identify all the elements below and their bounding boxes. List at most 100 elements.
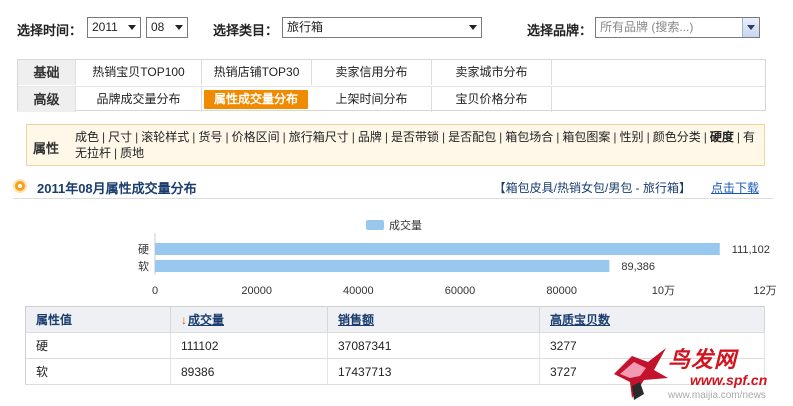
table-header-row: 属性值 ↓成交量 销售额 高质宝贝数	[25, 306, 765, 333]
attribute-separator: |	[442, 130, 446, 144]
sort-down-icon: ↓	[181, 313, 187, 327]
brand-dropdown-button[interactable]	[742, 18, 759, 37]
x-tick-label: 12万	[753, 285, 776, 297]
attribute-option[interactable]: 品牌	[358, 130, 382, 144]
x-tick-label: 60000	[445, 285, 476, 297]
cell-volume: 89386	[170, 358, 328, 385]
col-header-quality-items[interactable]: 高质宝贝数	[539, 306, 765, 333]
nav-basic-label: 基础	[18, 60, 76, 85]
month-value: 08	[151, 20, 165, 34]
attribute-option[interactable]: 价格区间	[232, 130, 280, 144]
chevron-down-icon	[747, 25, 755, 30]
brand-search-combo[interactable]: 所有品牌 (搜索...)	[595, 17, 760, 38]
legend-label: 成交量	[389, 218, 422, 232]
attribute-data-table: 属性值 ↓成交量 销售额 高质宝贝数 硬 111102 37087341 327…	[25, 306, 765, 385]
chevron-down-icon	[175, 25, 183, 30]
bar-0	[155, 243, 720, 255]
cell-attribute: 硬	[25, 332, 171, 359]
attribute-separator: |	[225, 130, 229, 144]
legend-swatch	[366, 220, 384, 230]
category-label: 选择类目：	[213, 23, 279, 38]
table-row: 软 89386 17437713 3727	[25, 358, 765, 385]
attribute-separator: |	[282, 130, 286, 144]
col-header-volume[interactable]: ↓成交量	[170, 306, 328, 333]
cell-quality-items: 3727	[539, 358, 765, 385]
year-value: 2011	[92, 20, 118, 34]
col-header-label: 销售额	[338, 313, 375, 327]
attribute-separator: |	[384, 130, 388, 144]
attribute-separator: |	[351, 130, 355, 144]
x-tick-label: 0	[152, 285, 158, 297]
chevron-down-icon	[469, 25, 477, 30]
category-value: 旅行箱	[287, 20, 324, 34]
attribute-separator: |	[613, 130, 617, 144]
section-title: 2011年08月属性成交量分布	[37, 181, 197, 196]
attribute-option[interactable]: 滚轮样式	[141, 130, 189, 144]
attribute-option[interactable]: 性别	[620, 130, 644, 144]
x-tick-label: 20000	[241, 285, 272, 297]
col-header-attribute: 属性值	[25, 306, 171, 333]
nav-item-seller-city[interactable]: 卖家城市分布	[432, 60, 552, 85]
attribute-option[interactable]: 是否带锁	[391, 130, 439, 144]
brand-search-input[interactable]: 所有品牌 (搜索...)	[600, 20, 693, 34]
attribute-option[interactable]: 尺寸	[108, 130, 132, 144]
col-header-label: 属性值	[36, 313, 73, 327]
watermark-url: www.maijia.com/news	[668, 390, 766, 401]
download-link[interactable]: 点击下载	[711, 179, 759, 196]
bullet-icon	[13, 179, 27, 193]
attribute-separator: |	[135, 130, 139, 144]
attribute-separator: |	[646, 130, 650, 144]
x-tick-label: 80000	[546, 285, 577, 297]
nav-item-brand-volume[interactable]: 品牌成交量分布	[76, 87, 202, 112]
table-row: 硬 111102 37087341 3277	[25, 332, 765, 359]
attribute-separator: |	[736, 130, 740, 144]
chevron-down-icon	[128, 25, 136, 30]
attribute-option[interactable]: 旅行箱尺寸	[289, 130, 349, 144]
brand-label: 选择品牌：	[527, 23, 593, 38]
time-label: 选择时间：	[17, 23, 83, 38]
chart-svg: 成交量硬 111,102 软 89,386 0 20000 40000 60000 80000 1…	[138, 218, 777, 297]
category-path: 【箱包皮具/热销女包/男包 - 旅行箱】	[493, 181, 691, 195]
section-header: 2011年08月属性成交量分布 【箱包皮具/热销女包/男包 - 旅行箱】 点击下…	[13, 175, 773, 199]
cell-volume: 111102	[170, 332, 328, 359]
attribute-option[interactable]: 颜色分类	[653, 130, 701, 144]
cell-sales: 17437713	[327, 358, 540, 385]
attribute-label: 属性	[33, 141, 60, 156]
category-label: 硬	[138, 243, 149, 256]
month-select[interactable]: 08	[146, 17, 188, 38]
year-select[interactable]: 2011	[87, 17, 141, 38]
nav-row-basic: 基础 热销宝贝TOP100 热销店铺TOP30 卖家信用分布 卖家城市分布	[18, 60, 765, 85]
nav-item-listing-time[interactable]: 上架时间分布	[312, 87, 432, 112]
attribute-option[interactable]: 箱包场合	[505, 130, 553, 144]
attribute-filter-box: 属性 成色 | 尺寸 | 滚轮样式 | 货号 | 价格区间 | 旅行箱尺寸 | 品牌 | 是否带锁 | 是否配包…	[26, 124, 765, 166]
category-select[interactable]: 旅行箱	[282, 17, 482, 38]
attribute-separator: |	[499, 130, 503, 144]
nav-item-top30[interactable]: 热销店铺TOP30	[202, 60, 312, 85]
attribute-separator: |	[102, 130, 106, 144]
attribute-option[interactable]: 硬度	[710, 130, 734, 144]
data-label: 111,102	[732, 244, 770, 256]
nav-item-top100[interactable]: 热销宝贝TOP100	[76, 60, 202, 85]
nav-item-seller-credit[interactable]: 卖家信用分布	[312, 60, 432, 85]
attribute-volume-chart: 成交量硬 111,102 软 89,386 0 20000 40000 60000 80000 1…	[0, 205, 793, 305]
data-label: 89,386	[621, 261, 655, 273]
attribute-separator: |	[114, 146, 118, 160]
bar-1	[155, 260, 610, 272]
nav-item-price-distribution[interactable]: 宝贝价格分布	[432, 87, 552, 112]
attribute-option[interactable]: 是否配包	[448, 130, 496, 144]
attribute-option[interactable]: 货号	[198, 130, 222, 144]
report-nav: 基础 热销宝贝TOP100 热销店铺TOP30 卖家信用分布 卖家城市分布 高级…	[17, 59, 766, 112]
category-label: 软	[138, 259, 149, 273]
cell-attribute: 软	[25, 358, 171, 385]
filter-bar: 选择时间： 2011 08 选择类目： 旅行箱 选择品牌： 所有品牌 (搜索..…	[0, 0, 793, 55]
x-tick-label: 10万	[652, 285, 675, 297]
nav-row-advanced: 高级 品牌成交量分布 属性成交量分布 上架时间分布 宝贝价格分布	[18, 86, 765, 112]
attribute-option[interactable]: 箱包图案	[562, 130, 610, 144]
nav-item-attribute-volume[interactable]: 属性成交量分布	[204, 90, 308, 109]
col-header-sales[interactable]: 销售额	[327, 306, 540, 333]
attribute-list: 成色 | 尺寸 | 滚轮样式 | 货号 | 价格区间 | 旅行箱尺寸 | 品牌 | 是否带锁 | 是否配包 | 箱包…	[75, 129, 763, 161]
cell-sales: 37087341	[327, 332, 540, 359]
attribute-option[interactable]: 质地	[120, 146, 144, 160]
nav-advanced-label: 高级	[18, 87, 76, 112]
attribute-option[interactable]: 成色	[75, 130, 99, 144]
